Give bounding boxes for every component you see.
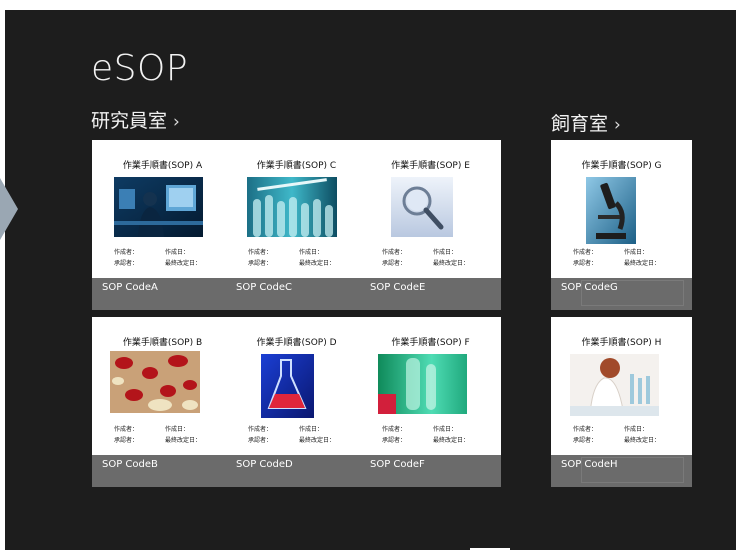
doc-title: 作業手順書(SOP) C: [256, 161, 337, 171]
doc-meta: 作成者： 作成日： 承認者： 最終改定日：: [551, 424, 692, 446]
author-label: 作成者：: [114, 249, 139, 256]
sop-code: SOP CodeF: [370, 459, 425, 470]
doc-meta: 作成者： 作成日： 承認者： 最終改定日：: [360, 424, 501, 446]
tile-sop-f[interactable]: 作業手順書(SOP) F 作成者： 作成日： 承認者： 最終改定日： SOP Cod…: [360, 317, 501, 487]
revised-label: 最終改定日：: [624, 260, 661, 267]
chevron-right-icon: ›: [173, 112, 180, 132]
doc-title: 作業手順書(SOP) H: [581, 338, 662, 348]
doc-title: 作業手順書(SOP) A: [122, 161, 203, 171]
approver-label: 承認者：: [573, 437, 598, 444]
tile-sop-g[interactable]: 作業手順書(SOP) G 作成者： 作成日： 承認者： 最終改定日： SOP Cod…: [551, 140, 692, 310]
doc-meta: 作成者： 作成日： 承認者： 最終改定日：: [92, 247, 233, 269]
tile-sop-d[interactable]: 作業手順書(SOP) D 作成者： 作成日： 承認者： 最終改定日： SOP Cod…: [226, 317, 367, 487]
tile-caption: SOP CodeB: [92, 455, 233, 487]
approver-label: 承認者：: [573, 260, 598, 267]
author-label: 作成者：: [573, 426, 598, 433]
tile-caption: SOP CodeH: [551, 455, 692, 487]
tile-sop-b[interactable]: 作業手順書(SOP) B 作成者： 作成日： 承認者： 最終改定日： SOP C…: [92, 317, 233, 487]
doc-meta: 作成者： 作成日： 承認者： 最終改定日：: [92, 424, 233, 446]
created-label: 作成日：: [299, 249, 324, 256]
sop-code: SOP CodeG: [561, 282, 618, 293]
group-header-breeding[interactable]: 飼育室 ›: [551, 109, 621, 136]
tile-sop-c[interactable]: 作業手順書(SOP) C 作成者： 作成日： 承認者： 最終改定日： SOP C…: [226, 140, 367, 310]
approver-label: 承認者：: [382, 260, 407, 267]
tile-caption: SOP CodeG: [551, 278, 692, 310]
sop-code: SOP CodeB: [102, 459, 158, 470]
lab-computers-photo: [114, 177, 203, 237]
microscope-photo: [586, 177, 636, 244]
approver-label: 承認者：: [248, 260, 273, 267]
sop-code: SOP CodeA: [102, 282, 158, 293]
revised-label: 最終改定日：: [624, 437, 661, 444]
tile-sop-a[interactable]: 作業手順書(SOP) A 作成者： 作成日： 承認者： 最終改定日： SOP Cod…: [92, 140, 233, 310]
approver-label: 承認者：: [114, 260, 139, 267]
blood-cells-photo: [110, 351, 200, 413]
doc-title: 作業手順書(SOP) B: [122, 338, 203, 348]
tile-caption: SOP CodeE: [360, 278, 501, 310]
revised-label: 最終改定日：: [299, 437, 336, 444]
sop-code: SOP CodeE: [370, 282, 426, 293]
author-label: 作成者：: [248, 426, 273, 433]
doc-meta: 作成者： 作成日： 承認者： 最終改定日：: [226, 424, 367, 446]
revised-label: 最終改定日：: [299, 260, 336, 267]
flask-photo: [261, 354, 314, 418]
start-screen: eSOP 研究員室 › 飼育室 › 作業手順書(SOP) A 作成者： 作成日： 承認…: [5, 10, 736, 550]
chevron-right-icon: ›: [614, 115, 621, 135]
created-label: 作成日：: [299, 426, 324, 433]
approver-label: 承認者：: [114, 437, 139, 444]
doc-title: 作業手順書(SOP) G: [581, 161, 662, 171]
tile-caption: SOP CodeA: [92, 278, 233, 310]
revised-label: 最終改定日：: [165, 260, 202, 267]
created-label: 作成日：: [165, 249, 190, 256]
tile-caption: SOP CodeD: [226, 455, 367, 487]
magnifier-photo: [391, 177, 453, 237]
doc-title: 作業手順書(SOP) D: [256, 338, 337, 348]
doc-title: 作業手順書(SOP) E: [391, 161, 470, 171]
tile-caption: SOP CodeC: [226, 278, 367, 310]
group-title: 研究員室: [91, 110, 168, 132]
revised-label: 最終改定日：: [165, 437, 202, 444]
tile-caption: SOP CodeF: [360, 455, 501, 487]
group-header-research[interactable]: 研究員室 ›: [91, 106, 180, 133]
doc-title: 作業手順書(SOP) F: [391, 338, 470, 348]
test-tubes-photo: [247, 177, 337, 237]
author-label: 作成者：: [573, 249, 598, 256]
author-label: 作成者：: [382, 249, 407, 256]
created-label: 作成日：: [165, 426, 190, 433]
author-label: 作成者：: [248, 249, 273, 256]
scientist-photo: [570, 354, 659, 416]
created-label: 作成日：: [624, 249, 649, 256]
tile-sop-e[interactable]: 作業手順書(SOP) E 作成者： 作成日： 承認者： 最終改定日： SOP Cod…: [360, 140, 501, 310]
approver-label: 承認者：: [382, 437, 407, 444]
chevron-left-edge-icon[interactable]: [0, 178, 18, 240]
revised-label: 最終改定日：: [433, 437, 470, 444]
sop-code: SOP CodeH: [561, 459, 618, 470]
group-title: 飼育室: [551, 113, 609, 135]
created-label: 作成日：: [433, 249, 458, 256]
created-label: 作成日：: [624, 426, 649, 433]
author-label: 作成者：: [382, 426, 407, 433]
doc-meta: 作成者： 作成日： 承認者： 最終改定日：: [360, 247, 501, 269]
approver-label: 承認者：: [248, 437, 273, 444]
sop-code: SOP CodeD: [236, 459, 293, 470]
author-label: 作成者：: [114, 426, 139, 433]
doc-meta: 作成者： 作成日： 承認者： 最終改定日：: [551, 247, 692, 269]
revised-label: 最終改定日：: [433, 260, 470, 267]
created-label: 作成日：: [433, 426, 458, 433]
app-title: eSOP: [91, 48, 189, 89]
doc-meta: 作成者： 作成日： 承認者： 最終改定日：: [226, 247, 367, 269]
green-lab-photo: [378, 354, 467, 414]
sop-code: SOP CodeC: [236, 282, 293, 293]
tile-sop-h[interactable]: 作業手順書(SOP) H 作成者： 作成日： 承認者： 最終改定日： SOP Cod…: [551, 317, 692, 487]
